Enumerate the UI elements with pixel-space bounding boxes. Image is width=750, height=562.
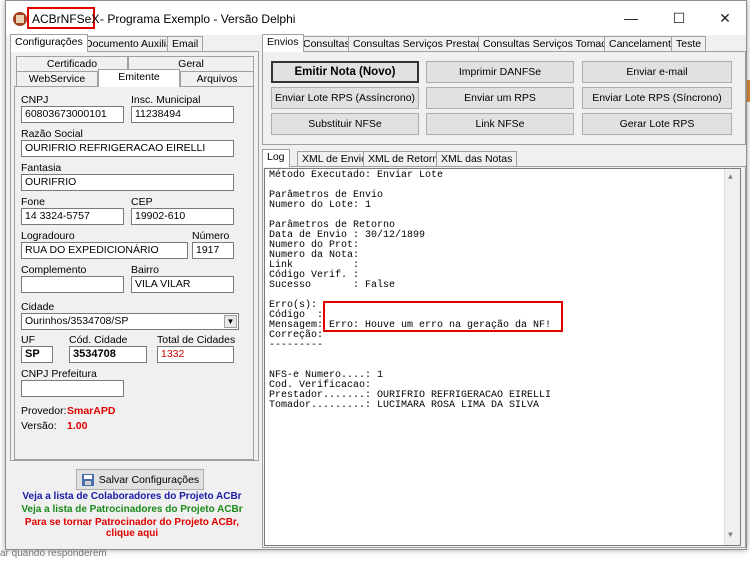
substituir-nfse-button[interactable]: Substituir NFSe — [271, 113, 419, 135]
subtab-webservice[interactable]: WebService — [16, 71, 98, 87]
log-line: Método Executado: Enviar Lote — [269, 170, 444, 181]
fantasia-field[interactable]: OURIFRIO — [21, 174, 234, 191]
salvar-configuracoes-label: Salvar Configurações — [98, 473, 200, 486]
error-highlight-box — [323, 301, 563, 332]
window-title-app: ACBrNFSeX — [32, 12, 100, 26]
log-scrollbar[interactable]: ▲ ▼ — [724, 169, 740, 545]
tab-consultas[interactable]: Consultas — [298, 36, 355, 52]
cidade-select[interactable]: Ourinhos/3534708/SP ▼ — [21, 313, 239, 330]
uf-field[interactable]: SP — [21, 346, 53, 363]
tab-log[interactable]: Log — [262, 149, 290, 167]
cnpj-prefeitura-label: CNPJ Prefeitura — [21, 368, 97, 380]
numero-label: Número — [192, 230, 230, 242]
link-clique-aqui[interactable]: clique aqui — [10, 528, 254, 539]
enviar-um-rps-button[interactable]: Enviar um RPS — [426, 87, 574, 109]
cidade-value: Ourinhos/3534708/SP — [25, 315, 129, 327]
tab-consultas-tomados[interactable]: Consultas Serviços Tomados — [478, 36, 624, 52]
tab-envios[interactable]: Envios — [262, 34, 304, 52]
tab-documento-auxiliar[interactable]: Documento Auxiliar — [80, 36, 181, 52]
logradouro-label: Logradouro — [21, 230, 75, 242]
uf-label: UF — [21, 334, 35, 346]
salvar-configuracoes-button[interactable]: Salvar Configurações — [76, 469, 204, 490]
im-field[interactable]: 11238494 — [131, 106, 234, 123]
tab-xml-envio[interactable]: XML de Envio — [297, 151, 372, 167]
main-window: ACBrNFSeX - Programa Exemplo - Versão De… — [5, 0, 747, 550]
enviar-lote-sincrono-button[interactable]: Enviar Lote RPS (Síncrono) — [582, 87, 732, 109]
subtab-arquivos[interactable]: Arquivos — [180, 71, 254, 87]
chevron-down-icon[interactable]: ▼ — [224, 315, 237, 328]
fone-field[interactable]: 14 3324-5757 — [21, 208, 124, 225]
tab-xml-notas[interactable]: XML das Notas — [436, 151, 518, 167]
cod-cidade-field[interactable]: 3534708 — [69, 346, 147, 363]
tab-email[interactable]: Email — [167, 36, 204, 52]
cep-label: CEP — [131, 196, 153, 208]
imprimir-danfse-button[interactable]: Imprimir DANFSe — [426, 61, 574, 83]
link-patrocinadores[interactable]: Veja a lista de Patrocinadores do Projet… — [10, 504, 254, 515]
save-icon — [81, 473, 94, 486]
total-cidades-label: Total de Cidades — [157, 334, 236, 346]
provedor-value: SmarAPD — [67, 405, 116, 417]
title-bar: ACBrNFSeX - Programa Exemplo - Versão De… — [6, 1, 746, 35]
tab-consultas-prestados[interactable]: Consultas Serviços Prestados — [348, 36, 499, 52]
maximize-button[interactable]: ☐ — [656, 1, 702, 35]
scroll-up-icon[interactable]: ▲ — [728, 173, 733, 183]
scroll-down-icon[interactable]: ▼ — [728, 531, 733, 541]
cnpj-field[interactable]: 60803673000101 — [21, 106, 124, 123]
log-line: Tomador.........: LUCIMARA ROSA LIMA DA … — [269, 400, 540, 411]
numero-field[interactable]: 1917 — [192, 242, 234, 259]
app-icon — [13, 12, 27, 26]
link-tornar-patrocinador[interactable]: Para se tornar Patrocinador do Projeto A… — [10, 517, 254, 528]
close-button[interactable]: ✕ — [702, 1, 748, 35]
bairro-label: Bairro — [131, 264, 160, 276]
enviar-lote-assincrono-button[interactable]: Enviar Lote RPS (Assíncrono) — [271, 87, 419, 109]
minimize-button[interactable]: — — [608, 1, 654, 35]
complemento-field[interactable] — [21, 276, 124, 293]
cep-field[interactable]: 19902-610 — [131, 208, 234, 225]
link-nfse-button[interactable]: Link NFSe — [426, 113, 574, 135]
tab-teste[interactable]: Teste — [671, 36, 707, 52]
razao-field[interactable]: OURIFRIO REFRIGERACAO EIRELLI — [21, 140, 234, 157]
log-textarea[interactable]: Método Executado: Enviar Lote Parâmetros … — [264, 168, 741, 546]
razao-label: Razão Social — [21, 128, 83, 140]
cidade-label: Cidade — [21, 301, 55, 313]
im-label: Insc. Municipal — [131, 94, 201, 106]
bairro-field[interactable]: VILA VILAR — [131, 276, 234, 293]
emitir-nota-button[interactable]: Emitir Nota (Novo) — [271, 61, 419, 83]
log-line: --------- — [269, 340, 324, 351]
tab-configuracoes[interactable]: Configurações — [10, 34, 88, 52]
cod-cidade-label: Cód. Cidade — [69, 334, 128, 346]
enviar-email-button[interactable]: Enviar e-mail — [582, 61, 732, 83]
total-cidades-field: 1332 — [157, 346, 234, 363]
versao-label: Versão: — [21, 420, 57, 432]
logradouro-field[interactable]: RUA DO EXPEDICIONÁRIO — [21, 242, 188, 259]
link-colaboradores[interactable]: Veja a lista de Colaboradores do Projeto… — [10, 491, 254, 502]
versao-value: 1.00 — [67, 420, 88, 432]
cnpj-label: CNPJ — [21, 94, 49, 106]
provedor-label: Provedor: — [21, 405, 67, 417]
log-line: Numero do Lote: 1 — [269, 200, 372, 211]
cnpj-prefeitura-field[interactable] — [21, 380, 124, 397]
fone-label: Fone — [21, 196, 45, 208]
gerar-lote-rps-button[interactable]: Gerar Lote RPS — [582, 113, 732, 135]
fantasia-label: Fantasia — [21, 162, 62, 174]
log-line: Sucesso : False — [269, 280, 396, 291]
subtab-emitente[interactable]: Emitente — [98, 69, 180, 87]
window-title: - Programa Exemplo - Versão Delphi — [100, 12, 296, 26]
complemento-label: Complemento — [21, 264, 87, 276]
